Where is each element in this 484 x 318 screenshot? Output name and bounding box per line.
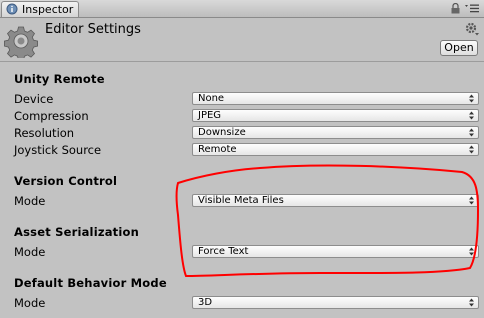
dropdown-arrow-icon bbox=[469, 94, 474, 103]
open-button[interactable]: Open bbox=[440, 40, 478, 56]
joystick-source-value: Remote bbox=[198, 144, 237, 155]
tab-inspector-label: Inspector bbox=[22, 3, 74, 16]
lock-icon[interactable] bbox=[451, 3, 460, 14]
section-asset-serialization: Asset Serialization bbox=[14, 225, 140, 239]
device-value: None bbox=[198, 93, 225, 104]
header-divider bbox=[0, 61, 484, 62]
gear-icon[interactable] bbox=[465, 22, 479, 36]
dropdown-arrow-icon bbox=[469, 247, 474, 256]
default-behavior-mode-label: Mode bbox=[14, 296, 46, 310]
device-dropdown[interactable]: None bbox=[192, 92, 479, 105]
dropdown-arrow-icon bbox=[469, 111, 474, 120]
section-unity-remote: Unity Remote bbox=[14, 72, 105, 86]
tab-inspector[interactable]: Inspector bbox=[1, 1, 79, 17]
dropdown-arrow-icon bbox=[469, 145, 474, 154]
asset-serialization-mode-label: Mode bbox=[14, 245, 46, 259]
section-default-behavior-mode: Default Behavior Mode bbox=[14, 276, 167, 290]
default-behavior-mode-value: 3D bbox=[198, 297, 213, 308]
resolution-dropdown[interactable]: Downsize bbox=[192, 126, 479, 139]
dropdown-arrow-icon bbox=[469, 128, 474, 137]
default-behavior-mode-dropdown[interactable]: 3D bbox=[192, 296, 479, 309]
tab-strip: Inspector bbox=[0, 0, 484, 18]
info-icon bbox=[6, 3, 18, 15]
asset-serialization-mode-dropdown[interactable]: Force Text bbox=[192, 245, 479, 258]
resolution-value: Downsize bbox=[198, 127, 246, 138]
panel-menu-icon[interactable] bbox=[465, 4, 479, 13]
joystick-source-label: Joystick Source bbox=[14, 143, 102, 157]
compression-dropdown[interactable]: JPEG bbox=[192, 109, 479, 122]
compression-value: JPEG bbox=[198, 110, 222, 121]
joystick-source-dropdown[interactable]: Remote bbox=[192, 143, 479, 156]
device-label: Device bbox=[14, 92, 54, 106]
dropdown-arrow-icon bbox=[469, 298, 474, 307]
asset-serialization-mode-value: Force Text bbox=[198, 246, 249, 257]
compression-label: Compression bbox=[14, 109, 89, 123]
section-version-control: Version Control bbox=[14, 174, 118, 188]
version-control-mode-dropdown[interactable]: Visible Meta Files bbox=[192, 194, 479, 207]
version-control-mode-value: Visible Meta Files bbox=[198, 195, 284, 206]
dropdown-arrow-icon bbox=[469, 196, 474, 205]
resolution-label: Resolution bbox=[14, 126, 75, 140]
version-control-mode-label: Mode bbox=[14, 194, 46, 208]
inspector-header: Editor Settings bbox=[0, 18, 484, 62]
settings-gear-icon bbox=[4, 26, 38, 58]
page-title: Editor Settings bbox=[45, 22, 141, 37]
